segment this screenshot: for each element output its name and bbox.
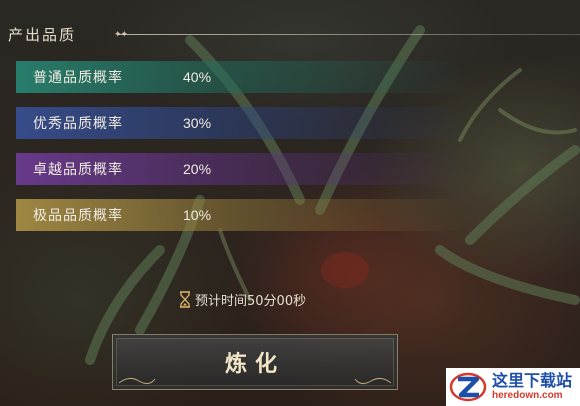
quality-label: 普通品质概率 — [33, 70, 123, 86]
title-divider — [118, 34, 580, 35]
quality-value: 30% — [183, 115, 212, 131]
quality-value: 10% — [183, 207, 212, 223]
quality-label: 优秀品质概率 — [33, 116, 123, 132]
estimated-time-text: 预计时间50分00秒 — [195, 294, 307, 309]
button-ornament-right — [354, 377, 392, 385]
watermark-name: 这里下载站 — [492, 371, 573, 390]
title-ornament: ✦✦ — [114, 30, 128, 40]
quality-row-supreme: 极品品质概率 10% — [16, 199, 466, 231]
quality-value: 20% — [183, 161, 212, 177]
quality-row-common: 普通品质概率 40% — [16, 61, 466, 93]
quality-row-superior: 卓越品质概率 20% — [16, 153, 466, 185]
button-ornament-left — [118, 377, 156, 385]
quality-label: 极品品质概率 — [33, 208, 123, 224]
site-watermark: 这里下载站 heredown.com — [446, 368, 580, 406]
watermark-logo-icon — [449, 372, 487, 402]
forge-button-label: 炼化 — [224, 351, 285, 377]
forge-button[interactable]: 炼化 — [112, 334, 398, 390]
hourglass-icon — [178, 291, 192, 308]
estimated-time: 预计时间50分00秒 — [178, 290, 306, 309]
quality-label: 卓越品质概率 — [33, 162, 123, 178]
section-title: 产出品质 — [8, 26, 77, 44]
watermark-domain: heredown.com — [492, 390, 563, 401]
quality-value: 40% — [183, 69, 212, 85]
quality-rate-list: 普通品质概率 40% 优秀品质概率 30% 卓越品质概率 20% 极品品质概率 … — [16, 61, 466, 245]
quality-row-fine: 优秀品质概率 30% — [16, 107, 466, 139]
